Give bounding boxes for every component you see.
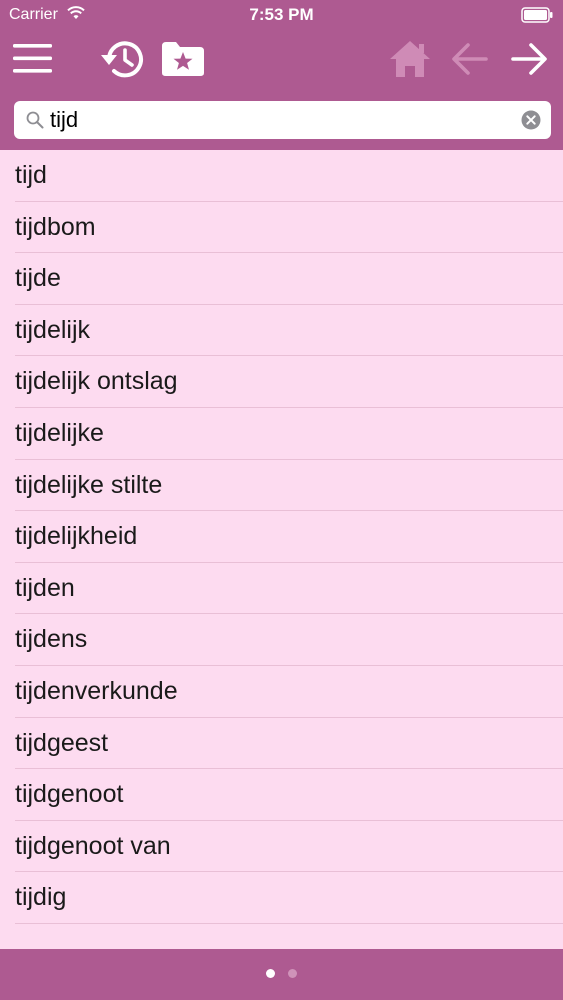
list-item[interactable]: tijdelijkheid — [0, 511, 563, 563]
word-label: tijdelijk ontslag — [15, 367, 178, 396]
list-item[interactable]: tijdelijk ontslag — [0, 356, 563, 408]
list-item[interactable]: tijdelijke — [0, 408, 563, 460]
forward-arrow-icon — [511, 43, 547, 75]
list-item[interactable]: tijden — [0, 563, 563, 615]
home-button[interactable] — [388, 38, 432, 80]
list-item[interactable]: tijde — [0, 253, 563, 305]
word-label: tijdenverkunde — [15, 676, 178, 705]
word-label: tijdig — [15, 883, 67, 912]
home-icon — [390, 41, 430, 77]
list-item[interactable]: tijdgenoot van — [0, 821, 563, 873]
list-item[interactable]: tijdelijk — [0, 305, 563, 357]
menu-icon — [13, 44, 52, 73]
list-item[interactable]: tijd — [0, 150, 563, 202]
word-label: tijdgenoot — [15, 780, 124, 809]
word-label: tijdbom — [15, 212, 96, 241]
page-indicator-dot-active[interactable] — [266, 969, 275, 978]
back-arrow-icon — [452, 43, 488, 75]
page-indicator-dot[interactable] — [288, 969, 297, 978]
list-item[interactable]: tijdig — [0, 872, 563, 924]
battery-icon — [521, 7, 553, 23]
top-bar: Carrier 7:53 PM — [0, 0, 563, 150]
list-item[interactable]: tijdbom — [0, 202, 563, 254]
back-button[interactable] — [450, 40, 490, 78]
search-input[interactable] — [50, 105, 510, 135]
word-label: tijdelijkheid — [15, 522, 138, 551]
bottom-bar — [0, 949, 563, 1000]
word-label: tijde — [15, 264, 61, 293]
list-item[interactable]: tijdelijke stilte — [0, 460, 563, 512]
history-button[interactable] — [100, 38, 146, 80]
forward-button[interactable] — [509, 40, 549, 78]
word-label: tijdgenoot van — [15, 831, 171, 860]
word-label: tijdelijke stilte — [15, 470, 163, 499]
word-list: tijd tijdbom tijde tijdelijk tijdelijk o… — [0, 150, 563, 924]
history-icon — [101, 41, 143, 78]
status-bar: Carrier 7:53 PM — [0, 0, 563, 30]
word-label: tijdgeest — [15, 728, 109, 757]
word-label: tijden — [15, 573, 75, 602]
word-label: tijdelijke — [15, 418, 104, 447]
favorites-folder-icon — [162, 42, 204, 76]
list-item[interactable]: tijdgenoot — [0, 769, 563, 821]
search-icon — [26, 111, 44, 129]
clock: 7:53 PM — [249, 5, 314, 24]
list-item[interactable]: tijdens — [0, 614, 563, 666]
word-label: tijdelijk — [15, 315, 91, 344]
word-label: tijd — [15, 161, 47, 189]
list-item[interactable]: tijdgeest — [0, 718, 563, 770]
search-box[interactable] — [14, 101, 551, 139]
menu-button[interactable] — [12, 42, 54, 76]
list-item[interactable]: tijdenverkunde — [0, 666, 563, 718]
favorites-button[interactable] — [160, 40, 206, 78]
word-label: tijdens — [15, 625, 88, 654]
clear-search-icon[interactable] — [521, 110, 541, 130]
